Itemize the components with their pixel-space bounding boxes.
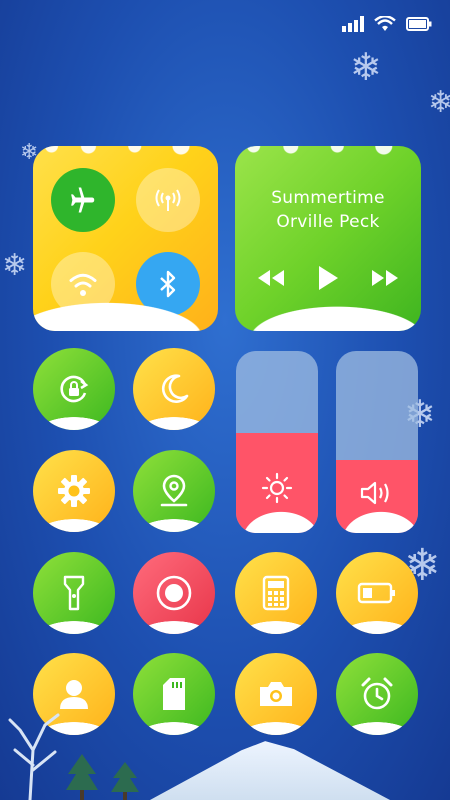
settings-button[interactable] [33, 450, 115, 532]
snowflake-decoration: ❄ [2, 248, 28, 283]
pine-tree-decoration [111, 762, 139, 800]
battery-saver-button[interactable] [336, 552, 418, 634]
alarm-clock-button[interactable] [336, 653, 418, 735]
signal-icon [342, 16, 364, 32]
music-tile[interactable]: Summertime Orville Peck [235, 146, 421, 331]
bluetooth-icon [160, 270, 176, 298]
antenna-icon [155, 189, 181, 211]
screen-record-button[interactable] [133, 552, 215, 634]
snow-base [235, 719, 317, 735]
snow-base [235, 618, 317, 634]
calculator-button[interactable] [235, 552, 317, 634]
snow-top [33, 146, 218, 162]
wifi-icon [374, 16, 396, 31]
fast-forward-icon[interactable] [370, 268, 400, 288]
camera-button[interactable] [235, 653, 317, 735]
snow-base [33, 516, 115, 532]
rewind-icon[interactable] [256, 268, 286, 288]
battery-icon [357, 582, 395, 604]
connectivity-tile [33, 146, 218, 331]
snow-base [133, 516, 215, 532]
flashlight-icon [63, 575, 85, 611]
snow-hill [33, 297, 218, 331]
snowy-mountain [150, 741, 390, 800]
sd-card-button[interactable] [133, 653, 215, 735]
battery-icon [406, 17, 432, 31]
camera-icon [260, 682, 292, 706]
airplane-mode-button[interactable] [51, 168, 115, 232]
record-icon [156, 575, 192, 611]
rotation-lock-button[interactable] [33, 348, 115, 430]
snow-base [133, 618, 215, 634]
airplane-icon [71, 187, 95, 213]
snow-base [133, 414, 215, 430]
pine-tree-decoration [66, 754, 98, 800]
location-button[interactable] [133, 450, 215, 532]
calculator-icon [262, 575, 290, 611]
song-title: Summertime [271, 188, 385, 208]
sd-card-icon [163, 678, 185, 710]
playback-controls [235, 264, 421, 292]
snow-base [33, 618, 115, 634]
snow-base [336, 618, 418, 634]
wifi-icon [69, 273, 97, 296]
snow-hill [336, 507, 418, 533]
cellular-data-button[interactable] [136, 168, 200, 232]
snow-base [133, 719, 215, 735]
status-bar [342, 16, 432, 32]
location-pin-icon [160, 474, 188, 507]
snowflake-decoration: ❄ [428, 85, 450, 120]
snow-top [235, 146, 421, 162]
person-icon [60, 680, 88, 709]
speaker-icon [336, 479, 418, 507]
snowflake-decoration: ❄ [350, 45, 382, 89]
night-mode-button[interactable] [133, 348, 215, 430]
gear-icon [58, 475, 90, 507]
snow-base [33, 414, 115, 430]
brightness-slider[interactable] [236, 351, 318, 533]
sun-icon [236, 471, 318, 505]
rotation-lock-icon [60, 375, 89, 403]
alarm-clock-icon [361, 677, 393, 710]
snow-hill [236, 507, 318, 533]
snow-base [336, 719, 418, 735]
artist-name: Orville Peck [276, 212, 380, 232]
moon-icon [161, 374, 189, 403]
snow-hill [235, 301, 421, 331]
flashlight-button[interactable] [33, 552, 115, 634]
play-icon[interactable] [316, 264, 340, 292]
volume-slider[interactable] [336, 351, 418, 533]
